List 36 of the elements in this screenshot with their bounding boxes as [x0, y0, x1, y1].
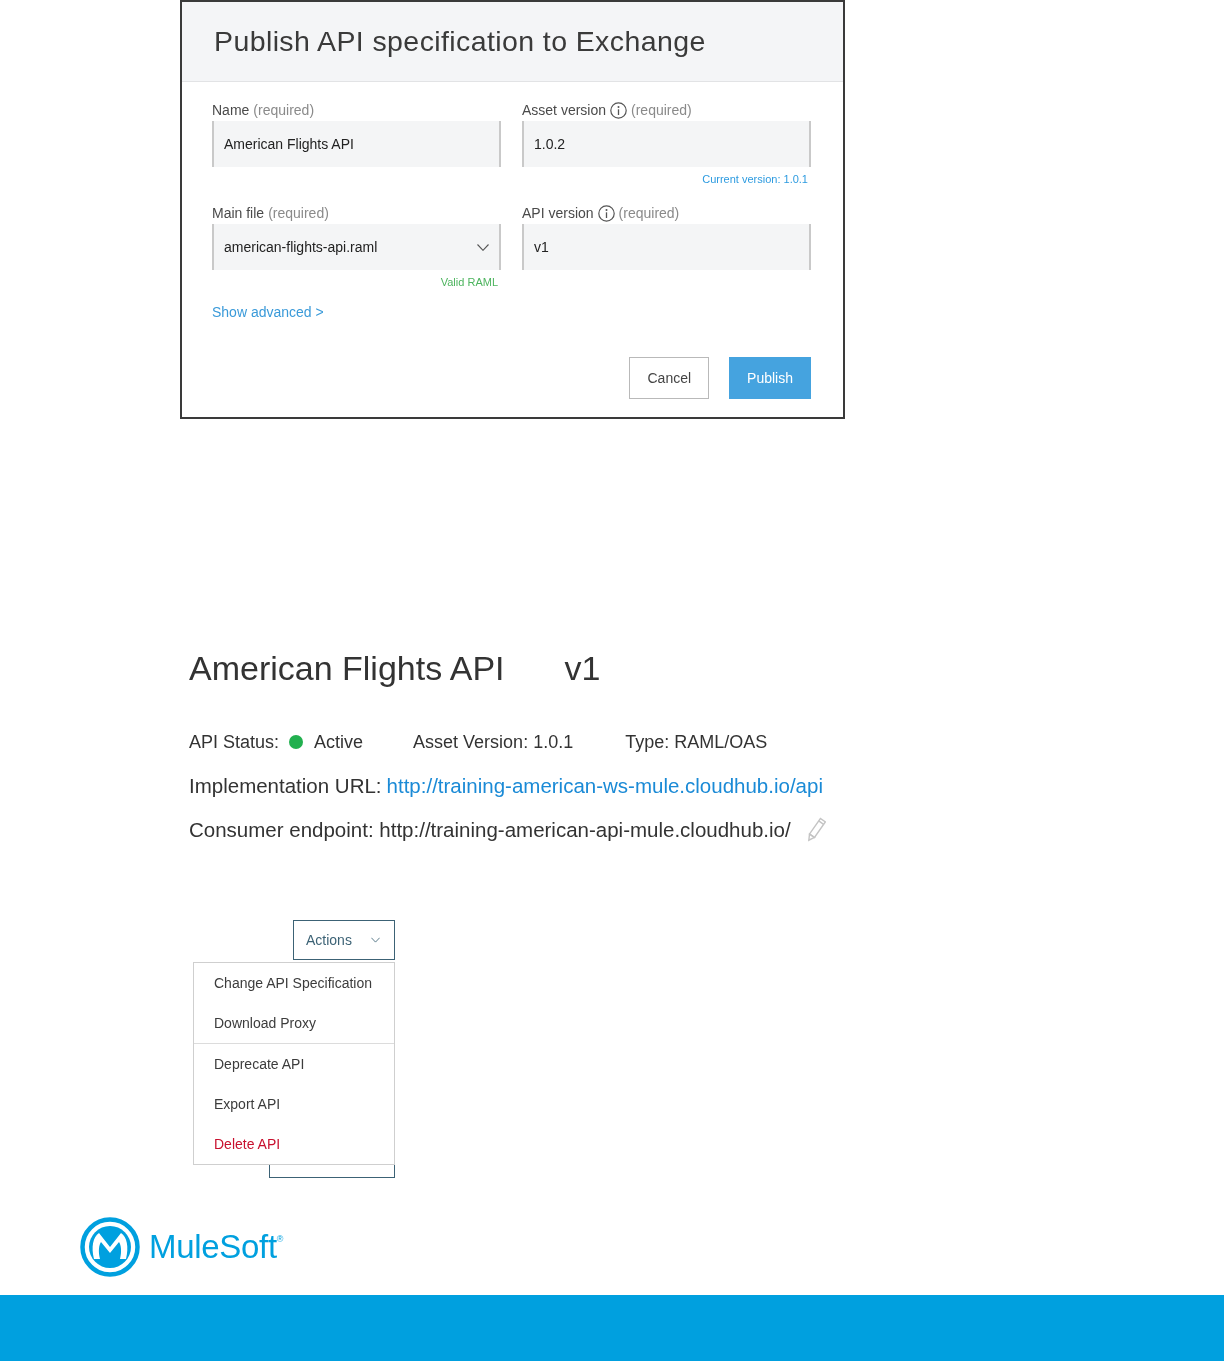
text-input[interactable]: v1 [522, 224, 811, 270]
consumer-endpoint-text: Consumer endpoint: http://training-american-api-mule.cloudhub.io/ [189, 818, 791, 842]
required-hint: (required) [268, 205, 329, 221]
field-label: API version [522, 205, 594, 221]
field-label: Asset version [522, 102, 607, 118]
menu-item[interactable]: Download Proxy [194, 1003, 394, 1043]
required-hint: (required) [618, 205, 680, 221]
implementation-url-label: Implementation URL: [189, 774, 382, 798]
menu-item[interactable]: Deprecate API [194, 1044, 394, 1084]
implementation-url-link[interactable]: http://training-american-ws-mule.cloudhub.io/api [386, 774, 823, 798]
type-text: Type: RAML/OAS [625, 731, 768, 753]
logo-icon [80, 1217, 140, 1277]
text-input[interactable]: 1.0.2 [522, 121, 811, 167]
menu-item[interactable]: Change API Specification [194, 963, 394, 1003]
chevron-down-icon [371, 937, 380, 943]
actions-button[interactable]: Actions [293, 920, 395, 960]
required-hint: (required) [631, 102, 692, 118]
menu-item[interactable]: Export API [194, 1084, 394, 1124]
covered-button[interactable] [269, 1165, 395, 1178]
text-input[interactable]: American Flights API [212, 121, 501, 167]
api-title: American Flights API [189, 649, 505, 688]
required-hint: (required) [253, 102, 315, 118]
field-note: Valid RAML [440, 276, 498, 288]
field-label: Name [212, 102, 250, 118]
status-value: Active [314, 731, 364, 753]
logo-text: MuleSoft$^{®}$ [149, 1228, 284, 1266]
status-label: API Status: [189, 731, 280, 753]
asset-version-text: Asset Version: 1.0.1 [413, 731, 574, 753]
field-note: Current version: 1.0.1 [702, 173, 808, 185]
dialog-title: Publish API specification to Exchange [214, 25, 706, 58]
field-label: Main file [212, 205, 265, 221]
api-version: v1 [564, 649, 601, 688]
cancel-button[interactable]: Cancel [629, 357, 710, 399]
select-field[interactable]: american-flights-api.raml [212, 224, 501, 270]
chevron-down-icon [477, 243, 489, 251]
menu-item[interactable]: Delete API [194, 1124, 394, 1164]
